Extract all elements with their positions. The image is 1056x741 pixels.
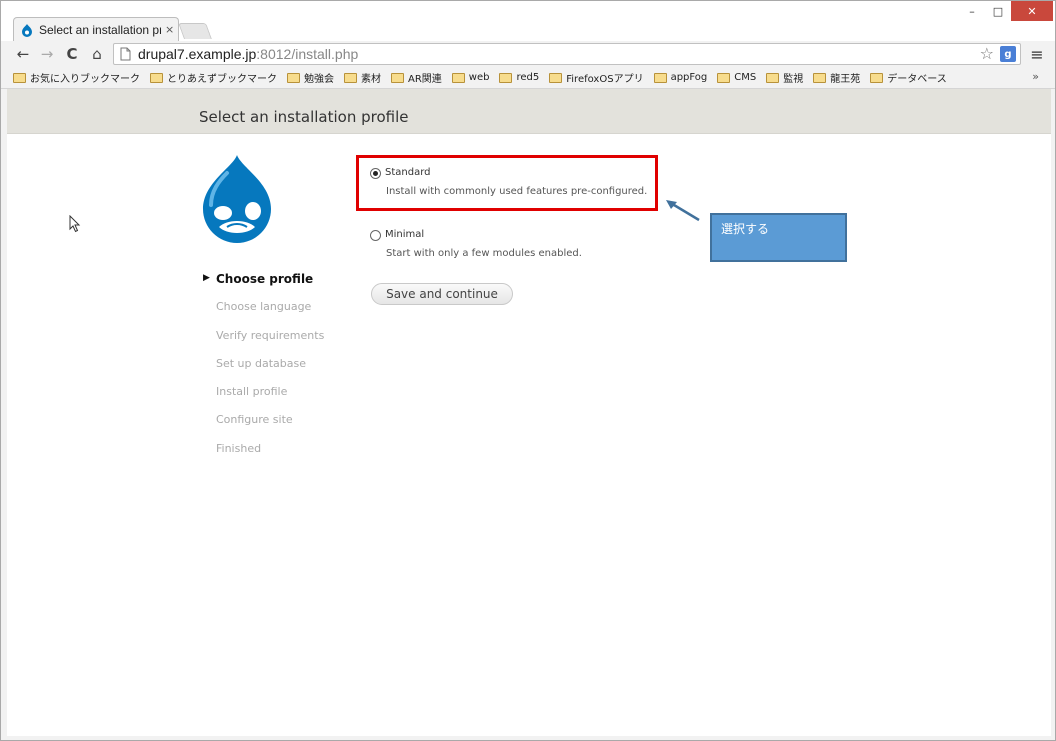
bookmark-star-icon[interactable]: ☆ <box>980 44 994 63</box>
bookmark-folder[interactable]: 素材 <box>344 68 381 88</box>
maximize-button[interactable]: □ <box>985 1 1011 21</box>
folder-icon <box>287 72 300 83</box>
tab-title: Select an installation pr <box>39 22 161 37</box>
folder-icon <box>13 72 26 83</box>
address-bar[interactable]: drupal7.example.jp :8012/install.php ☆ g <box>113 43 1021 65</box>
bookmark-folder[interactable]: appFog <box>653 68 707 88</box>
close-window-button[interactable]: ✕ <box>1011 1 1053 21</box>
bookmarks-bar: お気に入りブックマーク とりあえずブックマーク 勉強会 素材 AR関連 web … <box>1 67 1055 89</box>
bookmark-folder[interactable]: データベース <box>870 68 947 88</box>
folder-icon <box>717 72 731 83</box>
page-title: Select an installation profile <box>199 108 409 126</box>
folder-icon <box>653 72 667 83</box>
bookmarks-overflow-icon[interactable]: » <box>1032 70 1039 83</box>
folder-icon <box>813 72 827 83</box>
annotation-arrow-icon <box>666 200 700 222</box>
reload-button[interactable]: C <box>62 44 82 64</box>
bookmark-folder[interactable]: 監視 <box>766 68 803 88</box>
annotation-callout: 選択する <box>710 213 847 262</box>
bookmark-folder[interactable]: AR関連 <box>391 68 442 88</box>
bookmark-folder[interactable]: web <box>451 68 489 88</box>
step-configure-site: Configure site <box>216 413 293 427</box>
current-step-arrow-icon: ▶ <box>203 273 210 283</box>
folder-icon <box>344 72 357 83</box>
annotation-highlight-box <box>356 155 658 211</box>
page-header: Select an installation profile <box>7 89 1051 134</box>
folder-icon <box>549 72 563 83</box>
minimize-button[interactable]: – <box>959 1 985 21</box>
browser-window: Select an installation pr × – □ ✕ ← → C … <box>0 0 1056 741</box>
url-host: drupal7.example.jp <box>138 46 257 62</box>
browser-toolbar: ← → C ⌂ drupal7.example.jp :8012/install… <box>1 41 1055 67</box>
bookmark-folder[interactable]: 勉強会 <box>287 68 334 88</box>
folder-icon <box>499 72 513 83</box>
home-button[interactable]: ⌂ <box>87 44 107 64</box>
minimal-description: Start with only a few modules enabled. <box>386 248 582 259</box>
step-set-up-database: Set up database <box>216 356 307 370</box>
step-install-profile: Install profile <box>216 385 288 399</box>
step-choose-language: Choose language <box>216 300 312 314</box>
minimal-label[interactable]: Minimal <box>385 229 424 240</box>
drupal-logo-icon <box>203 155 271 243</box>
bookmark-folder[interactable]: FirefoxOSアプリ <box>549 68 644 88</box>
drupal-favicon-icon <box>22 23 32 37</box>
folder-icon <box>391 72 404 83</box>
step-choose-profile: ▶ Choose profile <box>203 272 314 286</box>
bookmark-folder[interactable]: 龍王苑 <box>813 68 860 88</box>
title-bar: Select an installation pr × – □ ✕ <box>1 1 1055 41</box>
back-button[interactable]: ← <box>13 44 33 64</box>
install-steps: ▶ Choose profile Choose language Verify r… <box>203 272 324 470</box>
minimal-radio[interactable] <box>370 230 381 241</box>
bookmark-folder[interactable]: とりあえずブックマーク <box>150 68 277 88</box>
window-controls: – □ ✕ <box>959 1 1053 21</box>
save-and-continue-button[interactable]: Save and continue <box>371 283 513 305</box>
bookmark-folder[interactable]: red5 <box>499 68 539 88</box>
page-viewport: Select an installation profile ▶ Choose p… <box>7 89 1051 736</box>
step-verify-requirements: Verify requirements <box>216 328 325 342</box>
mouse-cursor-icon <box>69 215 81 233</box>
bookmark-folder[interactable]: お気に入りブックマーク <box>13 68 140 88</box>
folder-icon <box>150 72 163 83</box>
browser-menu-icon[interactable]: ≡ <box>1029 44 1045 64</box>
bookmark-folder[interactable]: CMS <box>717 68 756 88</box>
folder-icon <box>766 72 780 83</box>
new-tab-button[interactable] <box>178 23 212 39</box>
step-finished: Finished <box>216 441 262 455</box>
page-icon <box>120 47 131 61</box>
folder-icon <box>451 72 465 83</box>
folder-icon <box>870 72 884 83</box>
browser-tab[interactable]: Select an installation pr × <box>13 17 179 41</box>
forward-button[interactable]: → <box>37 44 57 64</box>
tab-close-icon[interactable]: × <box>165 23 174 36</box>
url-path: :8012/install.php <box>256 46 359 62</box>
google-extension-icon[interactable]: g <box>1000 46 1016 62</box>
